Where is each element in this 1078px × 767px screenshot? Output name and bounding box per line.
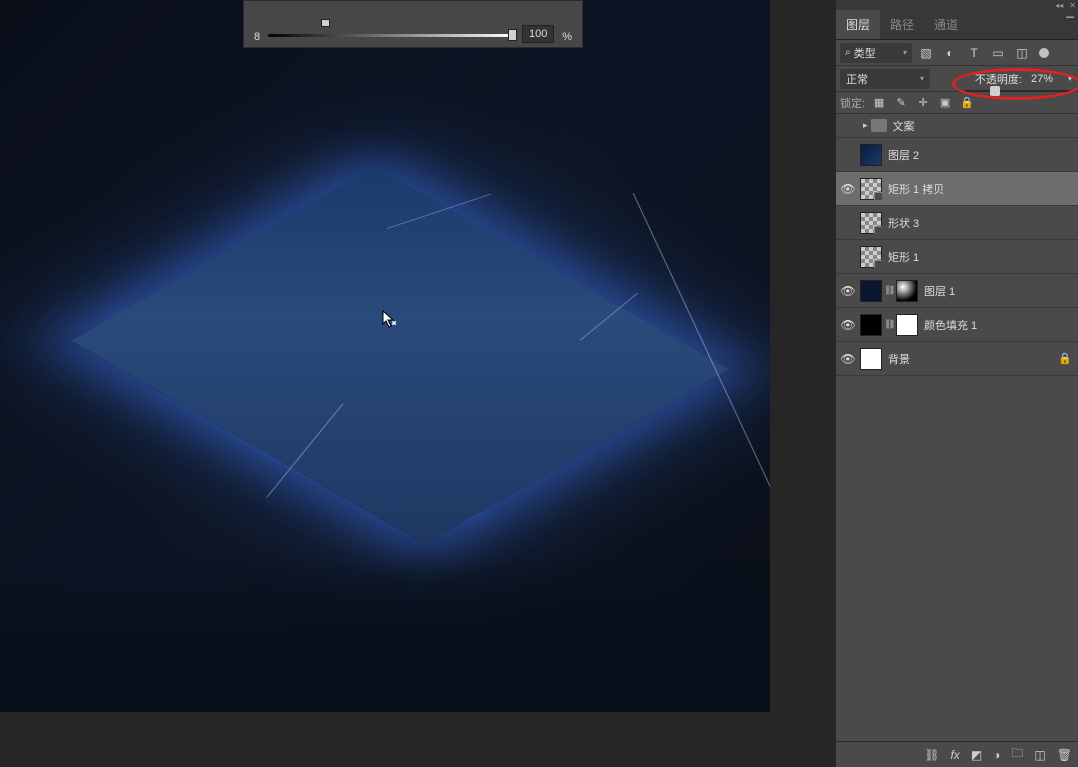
mask-thumbnail[interactable]	[896, 280, 918, 302]
filter-adjust-icon[interactable]: ◐	[940, 43, 960, 63]
filter-smart-icon[interactable]: ◫	[1012, 43, 1032, 63]
expand-arrow-icon[interactable]: ▸	[863, 120, 868, 131]
canvas-pasteboard	[0, 712, 770, 767]
chevron-down-icon: ▾	[920, 74, 924, 83]
blend-mode-label: 正常	[846, 71, 868, 87]
chevron-down-icon: ▾	[903, 48, 907, 57]
layer-name[interactable]: 背景	[888, 351, 1058, 367]
layer-thumbnail[interactable]	[860, 280, 882, 302]
layer-thumbnail[interactable]	[860, 144, 882, 166]
visibility-toggle[interactable]: 👁	[836, 250, 860, 264]
layer-thumbnail[interactable]	[860, 246, 882, 268]
layer-row-selected[interactable]: 👁 矩形 1 拷贝	[836, 172, 1078, 206]
layer-filter-row: ⌕ 类型 ▾ ▧ ◐ T ▭ ◫	[836, 40, 1078, 66]
layer-list: 👁 ▸ 文案 👁 图层 2 👁 矩形 1 拷贝 👁 形状 3 👁 矩形 1 �	[836, 114, 1078, 741]
layer-row[interactable]: 👁 形状 3	[836, 206, 1078, 240]
tab-paths[interactable]: 路径	[880, 10, 924, 39]
lock-position-icon[interactable]: ✛	[915, 96, 931, 109]
layer-name[interactable]: 图层 1	[924, 283, 1072, 299]
artwork-chip	[71, 166, 729, 543]
layer-row[interactable]: 👁 背景 🔒	[836, 342, 1078, 376]
lock-transparent-icon[interactable]: ▦	[871, 96, 887, 109]
fill-slider[interactable]	[964, 90, 1070, 92]
layer-thumbnail[interactable]	[860, 314, 882, 336]
mask-thumbnail[interactable]	[896, 314, 918, 336]
search-icon: ⌕	[845, 47, 851, 58]
link-layers-icon[interactable]: ⛓	[924, 748, 939, 762]
tab-channels[interactable]: 通道	[924, 10, 968, 39]
layer-name[interactable]: 矩形 1 拷贝	[888, 181, 1072, 197]
slider-min-label: 8	[254, 31, 260, 43]
canvas-viewport[interactable]	[0, 0, 770, 712]
visibility-toggle[interactable]: 👁	[836, 182, 860, 196]
layer-name[interactable]: 颜色填充 1	[924, 317, 1072, 333]
fx-icon[interactable]: fx	[950, 748, 959, 762]
blend-mode-select[interactable]: 正常 ▾	[840, 69, 930, 89]
panel-tabs: 图层 路径 通道 ▔	[836, 10, 1078, 40]
filter-type-icon[interactable]: T	[964, 43, 984, 63]
new-layer-icon[interactable]: ◫	[1034, 748, 1045, 762]
panel-titlebar: ◂◂ ✕	[836, 0, 1078, 10]
folder-icon	[871, 119, 887, 132]
lock-brush-icon[interactable]: ✎	[893, 96, 909, 109]
group-icon[interactable]: 🗀	[1011, 744, 1023, 765]
layer-thumbnail[interactable]	[860, 212, 882, 234]
delete-icon[interactable]: 🗑	[1057, 748, 1072, 762]
layer-name[interactable]: 图层 2	[888, 147, 1072, 163]
blend-opacity-row: 正常 ▾ 不透明度: 27% ▾	[836, 66, 1078, 92]
floating-adjust-panel[interactable]: 8 100 %	[243, 0, 583, 48]
fill-slider-thumb[interactable]	[990, 86, 1000, 96]
filter-shape-icon[interactable]: ▭	[988, 43, 1008, 63]
visibility-toggle[interactable]: 👁	[836, 148, 860, 162]
move-cursor-icon	[382, 310, 398, 330]
layers-panel: ◂◂ ✕ 图层 路径 通道 ▔ ⌕ 类型 ▾ ▧ ◐ T ▭ ◫ 正常 ▾ 不透…	[836, 0, 1078, 767]
percent-label: %	[562, 31, 572, 43]
tab-layers[interactable]: 图层	[836, 10, 880, 39]
filter-pixel-icon[interactable]: ▧	[916, 43, 936, 63]
link-mask-icon[interactable]: ⛓	[884, 319, 894, 330]
panel-menu-icon[interactable]: ▔	[1066, 18, 1074, 29]
visibility-toggle[interactable]: 👁	[836, 216, 860, 230]
layer-actions-bar: ⛓ fx ◩ ◑ 🗀 ◫ 🗑	[836, 741, 1078, 767]
adjust-value-input[interactable]: 100	[522, 25, 554, 43]
visibility-toggle[interactable]: 👁	[836, 352, 860, 366]
dock-gap	[770, 0, 836, 767]
lock-fill-row: 锁定: ▦ ✎ ✛ ▣ 🔒	[836, 92, 1078, 114]
layer-row[interactable]: 👁 ⛓ 图层 1	[836, 274, 1078, 308]
lock-all-icon[interactable]: 🔒	[959, 96, 975, 109]
link-mask-icon[interactable]: ⛓	[884, 285, 894, 296]
filter-type-label: 类型	[854, 45, 876, 61]
adjustment-icon[interactable]: ◑	[993, 748, 1000, 762]
collapse-icon[interactable]: ◂◂	[1055, 1, 1063, 10]
filter-type-select[interactable]: ⌕ 类型 ▾	[840, 43, 912, 63]
visibility-toggle[interactable]: 👁	[836, 318, 860, 332]
layer-thumbnail[interactable]	[860, 178, 882, 200]
visibility-toggle[interactable]: 👁	[836, 119, 860, 133]
adjust-slider[interactable]	[268, 27, 514, 43]
layer-name[interactable]: 形状 3	[888, 215, 1072, 231]
lock-artboard-icon[interactable]: ▣	[937, 96, 953, 109]
opacity-chevron-icon[interactable]: ▾	[1068, 74, 1072, 83]
layer-row[interactable]: 👁 图层 2	[836, 138, 1078, 172]
mask-icon[interactable]: ◩	[971, 748, 982, 762]
lock-label: 锁定:	[840, 95, 865, 111]
layer-name[interactable]: 矩形 1	[888, 249, 1072, 265]
layer-group-row[interactable]: 👁 ▸ 文案	[836, 114, 1078, 138]
layer-row[interactable]: 👁 矩形 1	[836, 240, 1078, 274]
layer-name[interactable]: 文案	[893, 118, 1078, 134]
lock-icon[interactable]: 🔒	[1058, 352, 1072, 365]
visibility-toggle[interactable]: 👁	[836, 284, 860, 298]
layer-row[interactable]: 👁 ⛓ 颜色填充 1	[836, 308, 1078, 342]
close-icon[interactable]: ✕	[1069, 1, 1076, 10]
opacity-label: 不透明度:	[975, 71, 1022, 87]
layer-thumbnail[interactable]	[860, 348, 882, 370]
filter-toggle-icon[interactable]	[1039, 48, 1049, 58]
opacity-value-input[interactable]: 27%	[1028, 70, 1062, 88]
